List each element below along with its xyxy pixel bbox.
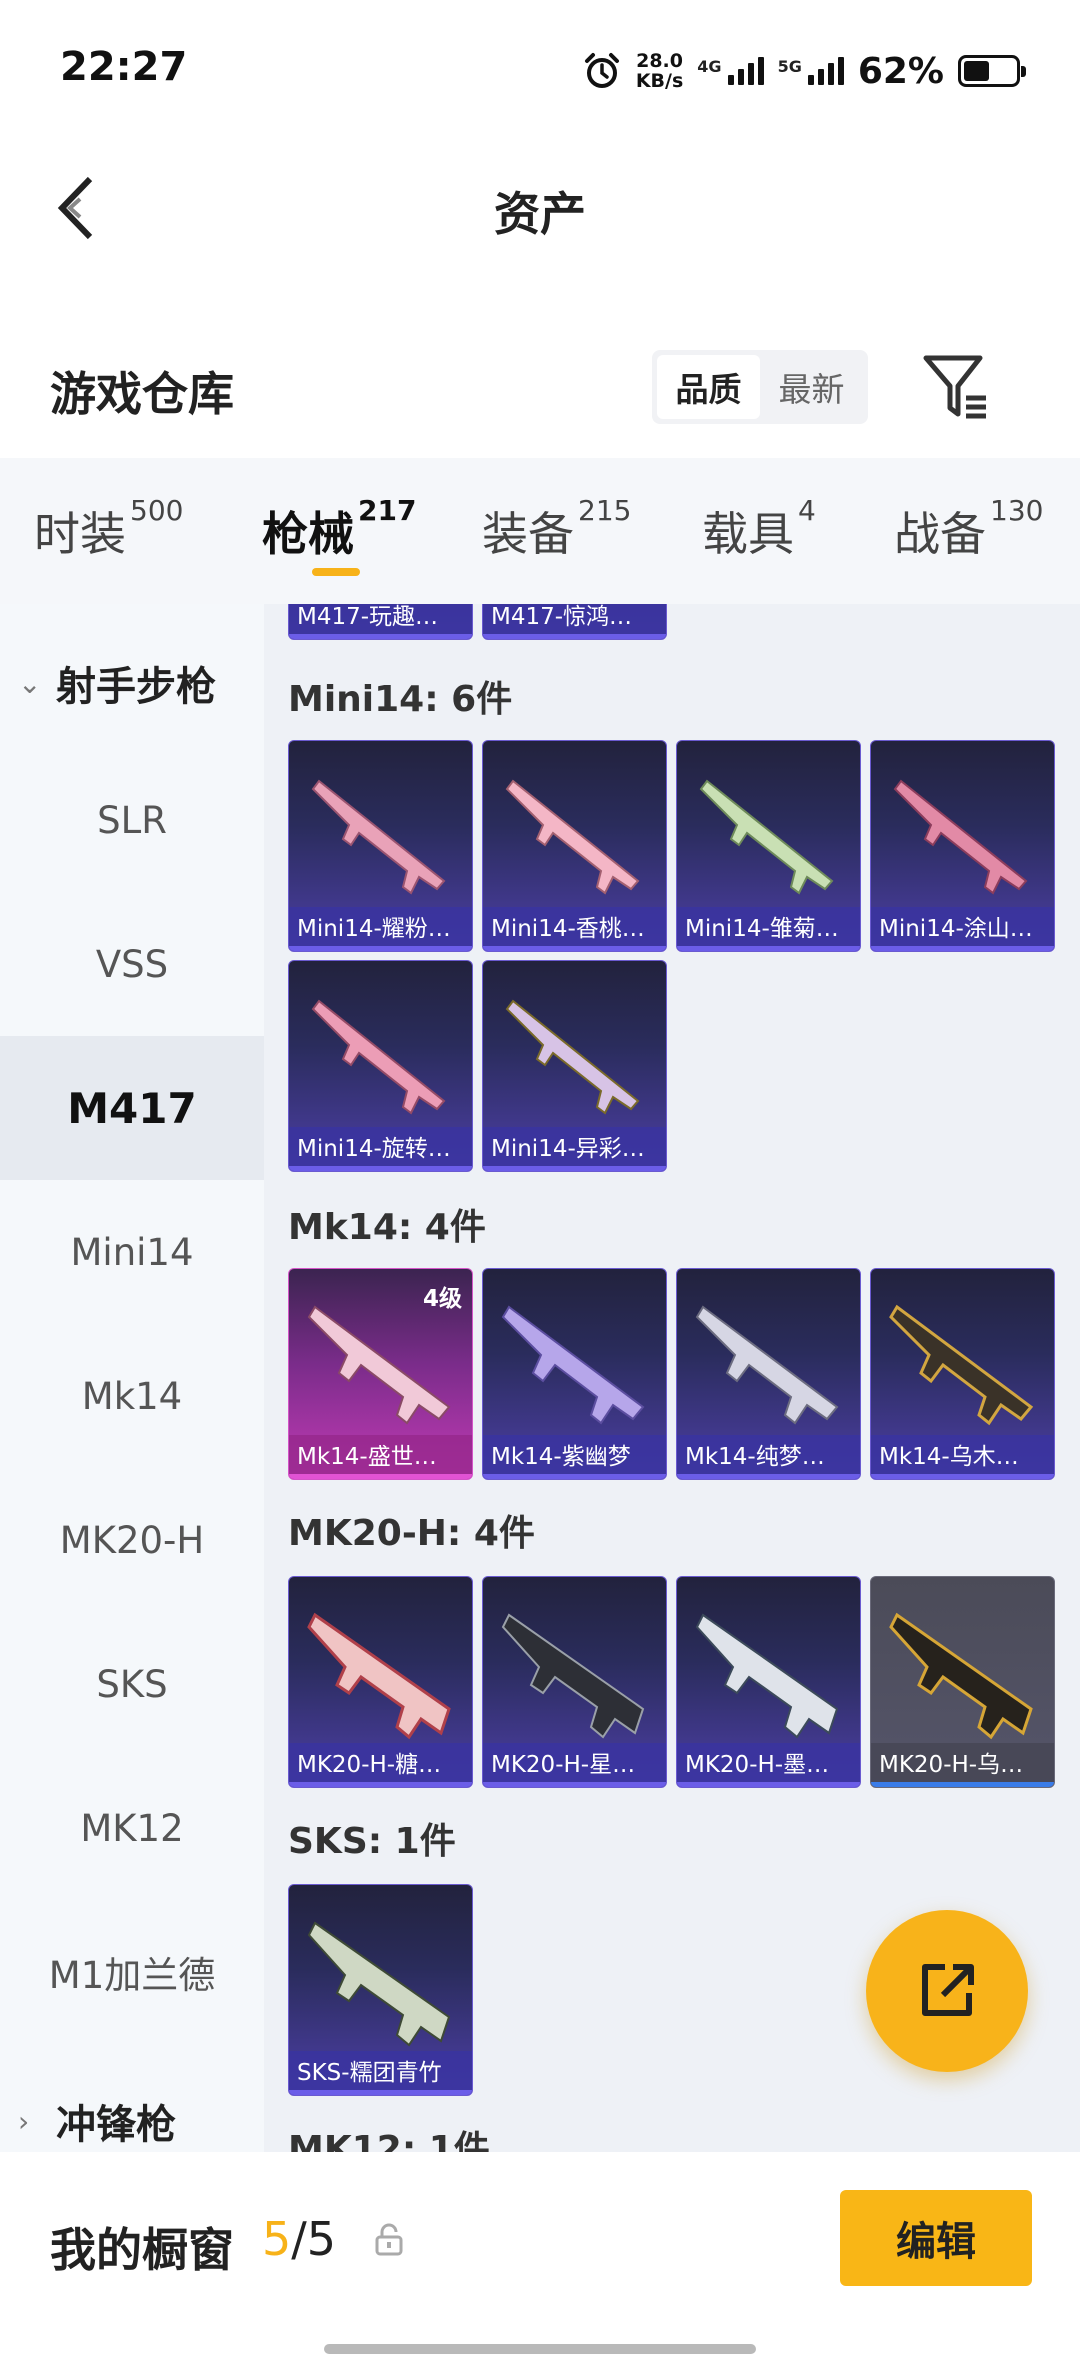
section-title-mk14: Mk14: 4件: [288, 1207, 486, 1248]
rifle-icon: [505, 779, 640, 895]
tab-vehicles[interactable]: 载具 4: [702, 494, 816, 564]
rifle-icon: [889, 1304, 1034, 1426]
skin-card[interactable]: Mini14-涂山…: [870, 740, 1055, 952]
skin-card[interactable]: MK20-H-乌…: [870, 1576, 1055, 1788]
category-tabs: 时装 500 枪械 217 装备 215 载具 4 战备 130: [0, 458, 1080, 604]
skin-card[interactable]: MK20-H-墨…: [676, 1576, 861, 1788]
rifle-icon: [307, 1612, 451, 1740]
rifle-icon: [501, 1305, 645, 1425]
signal-5g-icon: 5G: [778, 57, 844, 85]
showcase-label: 我的橱窗: [50, 2223, 234, 2277]
status-time: 22:27: [60, 44, 188, 90]
rifle-icon: [889, 1612, 1033, 1740]
share-button[interactable]: [866, 1910, 1028, 2072]
sort-latest-button[interactable]: 最新: [760, 355, 863, 419]
rifle-icon: [307, 1921, 451, 2047]
chevron-right-icon: ›: [18, 2104, 30, 2138]
alarm-icon: [584, 53, 619, 88]
rifle-icon: [501, 1613, 645, 1739]
filter-icon[interactable]: [922, 352, 990, 424]
edit-button[interactable]: 编辑: [840, 2190, 1032, 2286]
tab-equipment[interactable]: 装备 215: [482, 494, 631, 564]
skin-card[interactable]: Mini14-异彩…: [482, 960, 667, 1172]
skin-card[interactable]: 4级 Mk14-盛世…: [288, 1268, 473, 1480]
rifle-icon: [695, 1305, 839, 1425]
sort-toggle: 品质 最新: [652, 350, 868, 424]
sidebar-group-smg[interactable]: › 冲锋枪: [18, 2092, 176, 2150]
skin-card[interactable]: Mk14-纯梦…: [676, 1268, 861, 1480]
home-indicator[interactable]: [324, 2344, 756, 2354]
sort-quality-button[interactable]: 品质: [657, 355, 760, 419]
skin-card[interactable]: MK20-H-星…: [482, 1576, 667, 1788]
section-title-mk20h: MK20-H: 4件: [288, 1513, 535, 1554]
tab-fashion[interactable]: 时装 500: [34, 494, 183, 564]
battery-percent: 62%: [857, 50, 944, 92]
app-header: 资产: [0, 140, 1080, 270]
sidebar-item-mk14[interactable]: Mk14: [0, 1324, 264, 1468]
sidebar-group-dmr[interactable]: ⌄ 射手步枪: [18, 654, 216, 712]
sidebar-item-mk20h[interactable]: MK20-H: [0, 1468, 264, 1612]
sidebar-item-slr[interactable]: SLR: [0, 748, 264, 892]
rifle-icon: [695, 1613, 839, 1739]
showcase-bar: 我的橱窗 5/5 编辑: [0, 2152, 1080, 2375]
page-title: 资产: [494, 187, 586, 241]
showcase-count: 5/5: [262, 2212, 337, 2266]
sidebar-item-mini14[interactable]: Mini14: [0, 1180, 264, 1324]
skin-card[interactable]: Mini14-雏菊…: [676, 740, 861, 952]
tab-guns[interactable]: 枪械 217: [262, 494, 416, 564]
skin-card[interactable]: Mini14-耀粉…: [288, 740, 473, 952]
skin-card[interactable]: SKS-糯团青竹: [288, 1884, 473, 2096]
active-tab-indicator: [312, 568, 360, 576]
unlock-icon: [375, 2223, 403, 2256]
skin-card[interactable]: Mini14-香桃…: [482, 740, 667, 952]
section-title-mk12: MK12: 1件: [288, 2129, 490, 2152]
share-external-icon: [922, 1964, 974, 2016]
tab-supplies[interactable]: 战备 130: [894, 494, 1043, 564]
skin-card[interactable]: M417-玩趣…: [288, 604, 473, 640]
rifle-icon: [893, 779, 1028, 895]
rifle-icon: [699, 779, 834, 895]
sidebar-item-m1garand[interactable]: M1加兰德: [0, 1900, 264, 2044]
warehouse-title: 游戏仓库: [50, 367, 234, 421]
skin-card[interactable]: MK20-H-糖…: [288, 1576, 473, 1788]
status-bar: 22:27 28.0 KB/s 4G 5G 62%: [0, 0, 1080, 140]
skin-card[interactable]: Mk14-乌木…: [870, 1268, 1055, 1480]
chevron-down-icon: ⌄: [18, 666, 42, 700]
rifle-icon: [505, 999, 640, 1115]
signal-4g-icon: 4G: [697, 57, 764, 85]
section-title-mini14: Mini14: 6件: [288, 679, 513, 720]
skin-card[interactable]: Mini14-旋转…: [288, 960, 473, 1172]
sidebar-item-vss[interactable]: VSS: [0, 892, 264, 1036]
sidebar-item-m417[interactable]: M417: [0, 1036, 264, 1180]
rifle-icon: [311, 999, 446, 1115]
weapon-sidebar: ⌄ 射手步枪 SLR VSS M417 Mini14 Mk14 MK20-H S…: [0, 604, 264, 2152]
skin-card[interactable]: M417-惊鸿…: [482, 604, 667, 640]
network-speed: 28.0 KB/s: [635, 50, 684, 92]
skin-card[interactable]: Mk14-紫幽梦: [482, 1268, 667, 1480]
battery-icon: [958, 55, 1026, 87]
level-badge: 4级: [422, 1286, 462, 1312]
rifle-icon: [311, 779, 446, 895]
sidebar-item-mk12[interactable]: MK12: [0, 1756, 264, 1900]
status-icons: 28.0 KB/s 4G 5G 62%: [582, 46, 1026, 96]
section-title-sks: SKS: 1件: [288, 1821, 456, 1862]
sidebar-item-sks[interactable]: SKS: [0, 1612, 264, 1756]
